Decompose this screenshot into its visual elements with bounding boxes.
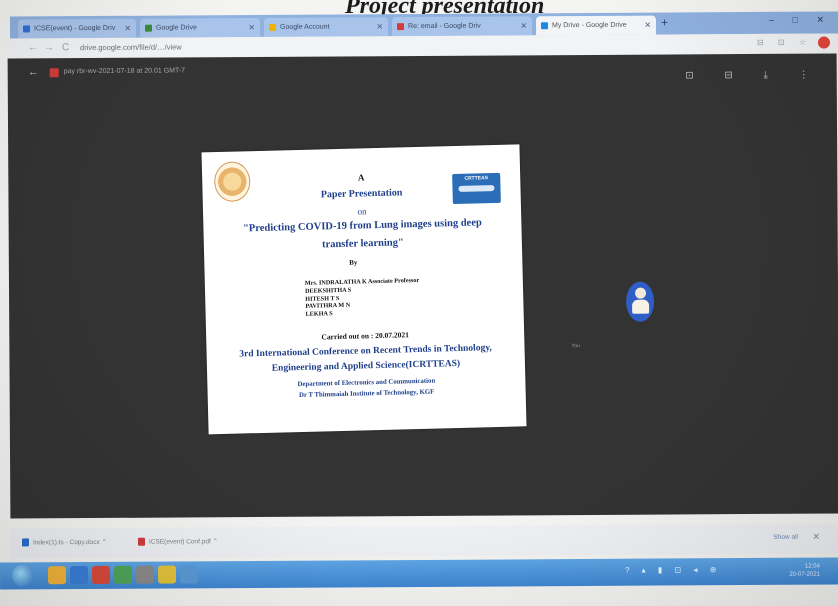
viewer-toolbar: ← pay rbr-wv-2021-07-18 at 20.01 GMT-7 ⊡…	[8, 53, 837, 88]
close-icon[interactable]: ✕	[812, 532, 820, 543]
tab-favicon-icon	[268, 23, 277, 31]
slide-by: By	[349, 258, 358, 267]
download-item-name: Index(1).ts - Copy.docx	[32, 538, 100, 547]
clock-time: 12:04	[804, 563, 820, 570]
reload-icon[interactable]: C	[62, 42, 69, 53]
presenter-tag: You	[571, 343, 580, 350]
presenter-avatar	[625, 281, 655, 322]
back-icon[interactable]: ←	[28, 42, 38, 53]
tab-close-icon[interactable]: ✕	[644, 21, 651, 30]
taskbar-app-icon[interactable]	[47, 566, 67, 585]
tab-favicon-icon	[396, 23, 405, 31]
profile-avatar[interactable]	[817, 36, 831, 49]
presentation-slide: CRTTEAS A Paper Presentation on "Predict…	[201, 144, 527, 435]
slide-date: Carried out on : 20.07.2021	[321, 330, 410, 342]
author: LEKHA S	[305, 310, 333, 319]
tab-close-icon[interactable]: ✕	[124, 24, 131, 33]
slide-title-line-1: "Predicting COVID-19 from Lung images us…	[242, 217, 482, 235]
download-item[interactable]: Index(1).ts - Copy.docx ⌃	[21, 538, 107, 547]
drive-video-viewer: ← pay rbr-wv-2021-07-18 at 20.01 GMT-7 ⊡…	[7, 53, 838, 519]
tab-close-icon[interactable]: ✕	[376, 22, 383, 31]
tab-label: Google Drive	[155, 24, 197, 32]
tab-2[interactable]: Google Account ✕	[263, 17, 389, 37]
tab-close-icon[interactable]: ✕	[248, 23, 255, 32]
download-item[interactable]: ICSE(event) Conf.pdf ⌃	[137, 537, 218, 547]
downloads-shelf: Index(1).ts - Copy.docx ⌃ ICSE(event) Co…	[9, 523, 838, 559]
word-file-icon	[21, 538, 30, 547]
taskbar-app-icon[interactable]	[113, 565, 133, 584]
taskbar-clock[interactable]: 12:04 20-07-2021	[789, 563, 820, 579]
new-tab-button[interactable]: +	[661, 16, 668, 30]
slide-title-line-2: transfer learning"	[321, 237, 404, 251]
taskbar-app-icon[interactable]	[135, 565, 155, 584]
viewer-back-icon[interactable]: ←	[28, 66, 39, 78]
tab-1[interactable]: Google Drive ✕	[139, 18, 261, 38]
forward-icon[interactable]: →	[44, 42, 54, 53]
system-tray[interactable]: ? ▴ ▮ ⊡ ◂ ⊕	[625, 565, 721, 575]
tab-3[interactable]: Re: email - Google Driv ✕	[391, 16, 533, 37]
start-button[interactable]	[11, 564, 35, 587]
clock-date: 20-07-2021	[789, 571, 821, 578]
presenter-body	[632, 299, 650, 314]
windows-taskbar: ? ▴ ▮ ⊡ ◂ ⊕ 12:04 20-07-2021	[0, 557, 838, 590]
pdf-file-icon	[137, 537, 146, 547]
presenter-head	[635, 287, 647, 299]
slide-authors: Mrs. INDRALATHA K Associate Professor DE…	[305, 277, 420, 319]
video-file-icon	[49, 68, 59, 78]
taskbar-app-icon[interactable]	[179, 565, 199, 584]
tab-favicon-icon	[22, 25, 31, 33]
window-controls[interactable]: – □ ✕	[769, 15, 832, 26]
tab-favicon-icon	[144, 24, 153, 32]
taskbar-app-icon[interactable]	[157, 565, 177, 584]
extension-icons[interactable]: ⊟ ⊡ ☆	[757, 38, 812, 47]
url-field[interactable]: drive.google.com/file/d/…/view	[80, 42, 182, 52]
tab-label: My Drive - Google Drive	[551, 21, 627, 30]
tab-active[interactable]: My Drive - Google Drive ✕	[535, 15, 657, 36]
tab-label: Re: email - Google Driv	[407, 22, 481, 31]
slide-conference-line-2: Engineering and Applied Science(ICRTTEAS…	[271, 358, 461, 374]
taskbar-app-icon[interactable]	[91, 565, 111, 584]
drive-icon	[540, 22, 549, 30]
taskbar-app-icon[interactable]	[69, 566, 89, 585]
tab-close-icon[interactable]: ✕	[520, 21, 527, 30]
tab-label: ICSE(event) - Google Driv	[33, 24, 116, 33]
download-item-name: ICSE(event) Conf.pdf	[148, 538, 211, 546]
tab-0[interactable]: ICSE(event) - Google Driv ✕	[17, 18, 137, 39]
tab-label: Google Account	[279, 23, 330, 31]
file-title: pay rbr-wv-2021-07-18 at 20.01 GMT-7	[63, 67, 186, 76]
viewer-actions[interactable]: ⊡ ⊟ ⤓ ⋮	[685, 70, 823, 82]
show-all-link[interactable]: Show all	[773, 534, 798, 541]
